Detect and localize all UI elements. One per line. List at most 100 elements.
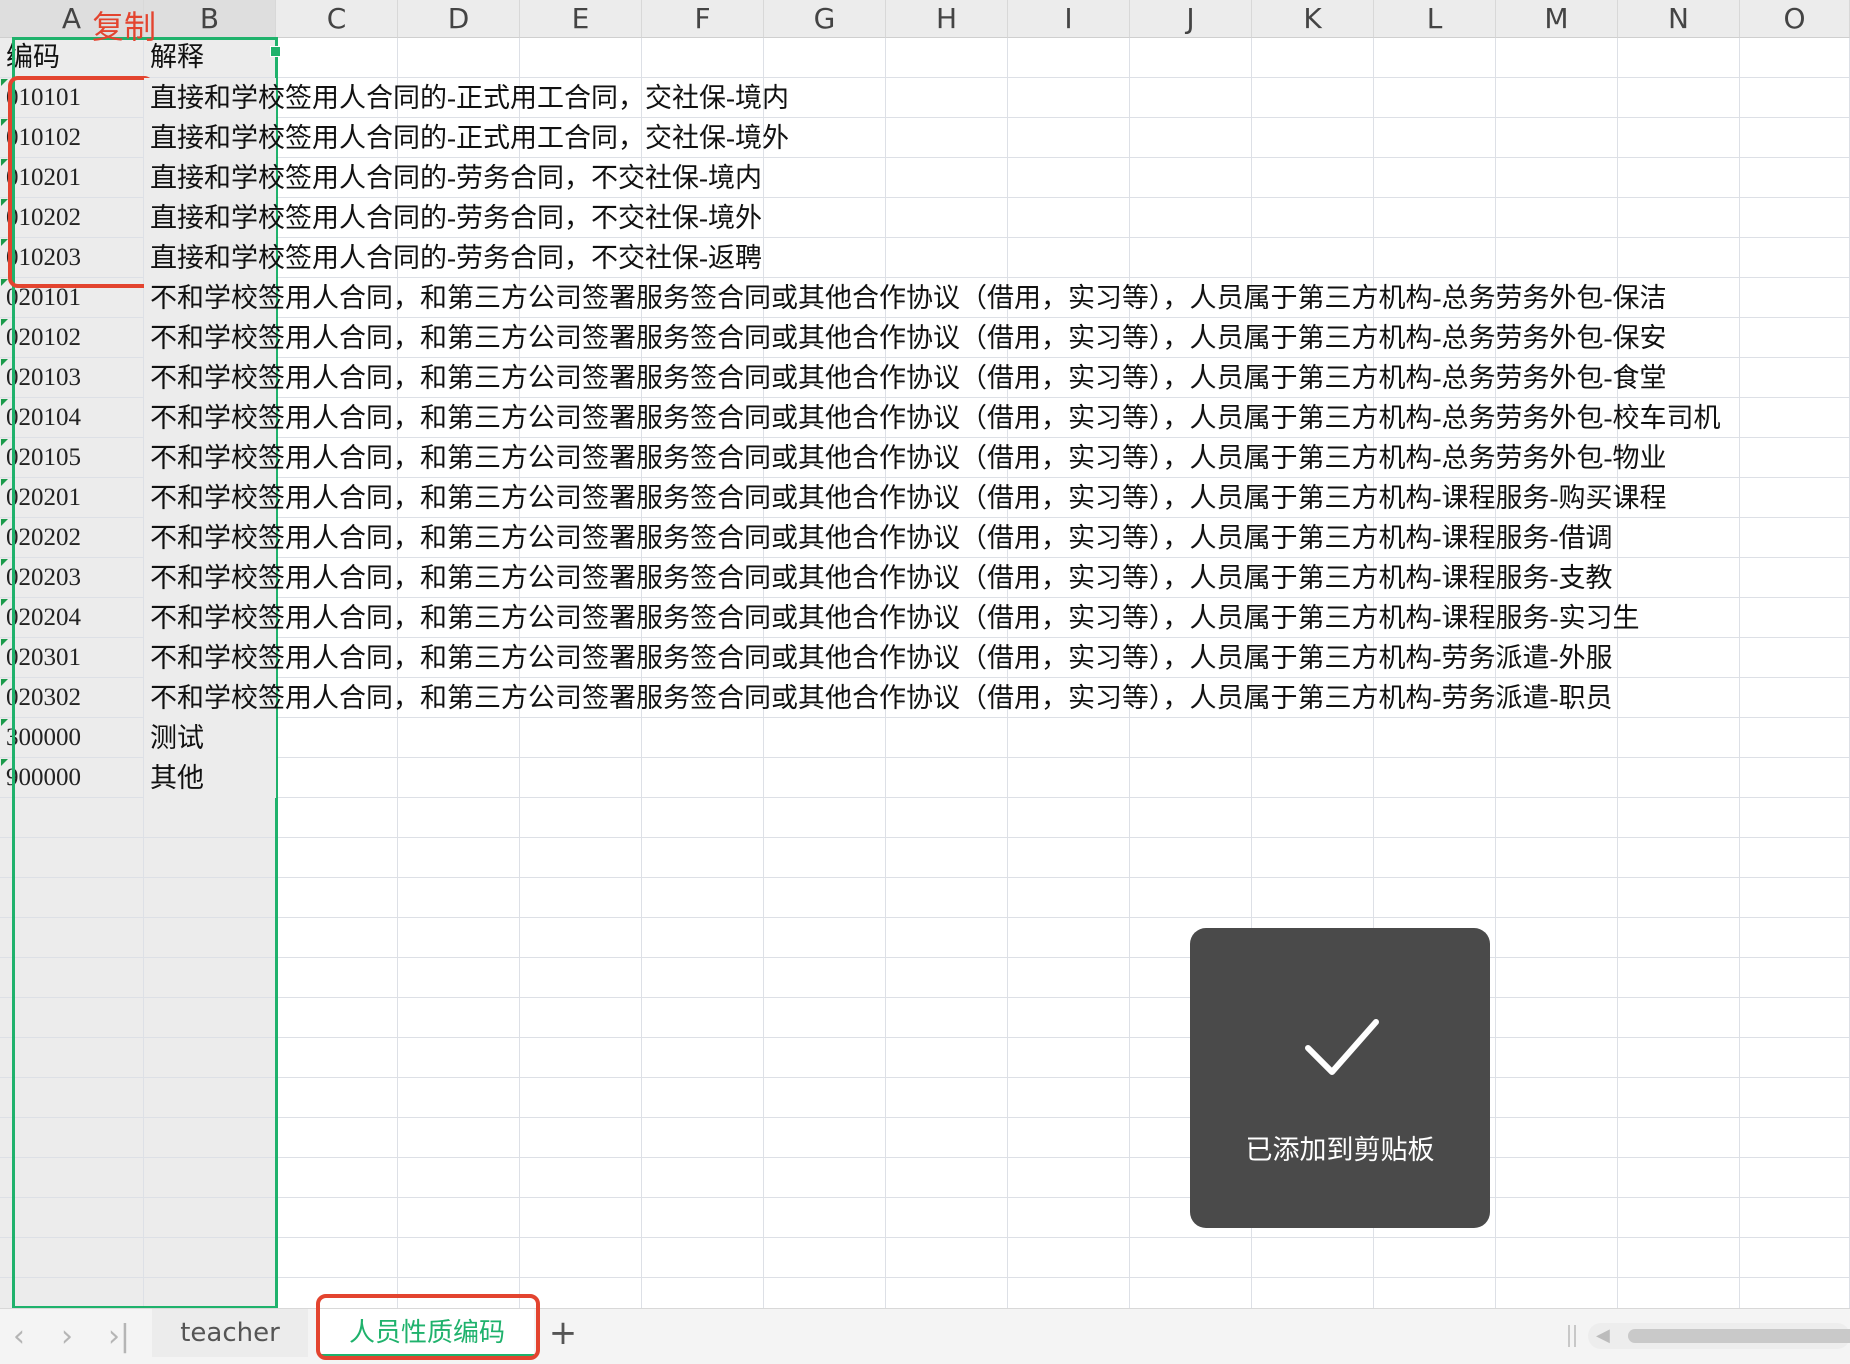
cell[interactable] — [276, 1198, 398, 1238]
cell[interactable] — [642, 798, 764, 838]
cell[interactable] — [1740, 278, 1850, 318]
cell[interactable] — [1252, 1278, 1374, 1308]
desc-cell[interactable]: 直接和学校签用人合同的-正式用工合同，交社保-境外 — [144, 118, 789, 158]
cell[interactable] — [398, 1278, 520, 1308]
cell[interactable] — [276, 38, 398, 78]
cell[interactable] — [764, 1278, 886, 1308]
cell[interactable] — [1130, 158, 1252, 198]
cell[interactable] — [1740, 558, 1850, 598]
cell[interactable] — [1740, 238, 1850, 278]
cell[interactable] — [1252, 798, 1374, 838]
cell[interactable] — [1130, 718, 1252, 758]
cell[interactable] — [276, 758, 398, 798]
cell[interactable] — [1618, 198, 1740, 238]
cell[interactable] — [1130, 1238, 1252, 1278]
cell[interactable] — [144, 1078, 276, 1118]
cell[interactable] — [276, 1278, 398, 1308]
cell[interactable] — [1496, 38, 1618, 78]
cell[interactable] — [398, 998, 520, 1038]
cell[interactable] — [1374, 718, 1496, 758]
cell[interactable] — [1496, 198, 1618, 238]
cell[interactable] — [886, 758, 1008, 798]
cell[interactable] — [520, 718, 642, 758]
cell[interactable] — [886, 1198, 1008, 1238]
desc-cell[interactable]: 直接和学校签用人合同的-劳务合同，不交社保-境外 — [144, 198, 762, 238]
cell[interactable] — [1740, 1278, 1850, 1308]
cell[interactable] — [1740, 878, 1850, 918]
cell[interactable] — [764, 38, 886, 78]
cell[interactable] — [1252, 758, 1374, 798]
column-header-k[interactable]: K — [1252, 0, 1374, 38]
cell[interactable] — [642, 1278, 764, 1308]
cell[interactable] — [1740, 638, 1850, 678]
tab-personnel-code[interactable]: 人员性质编码 — [320, 1309, 534, 1357]
cell[interactable] — [1740, 918, 1850, 958]
cell[interactable] — [144, 1238, 276, 1278]
cell[interactable] — [642, 1158, 764, 1198]
cell[interactable] — [1740, 1238, 1850, 1278]
cell[interactable] — [1496, 158, 1618, 198]
cell[interactable] — [1374, 238, 1496, 278]
cell[interactable] — [1496, 798, 1618, 838]
cell[interactable] — [520, 1158, 642, 1198]
cell[interactable] — [0, 918, 144, 958]
cell[interactable] — [1740, 958, 1850, 998]
cell[interactable] — [886, 718, 1008, 758]
cell[interactable] — [1740, 318, 1850, 358]
cell[interactable] — [0, 1198, 144, 1238]
cell[interactable] — [1252, 38, 1374, 78]
code-cell[interactable]: 020104 — [0, 398, 144, 438]
cell[interactable] — [886, 1118, 1008, 1158]
cell[interactable] — [276, 918, 398, 958]
cell[interactable] — [144, 1278, 276, 1308]
column-header-j[interactable]: J — [1130, 0, 1252, 38]
cell[interactable] — [1740, 78, 1850, 118]
cell[interactable] — [764, 1198, 886, 1238]
cell[interactable] — [1374, 838, 1496, 878]
cell[interactable] — [886, 1278, 1008, 1308]
code-cell[interactable]: 020204 — [0, 598, 144, 638]
cell[interactable] — [1496, 718, 1618, 758]
code-cell[interactable]: 020101 — [0, 278, 144, 318]
cell[interactable] — [520, 1118, 642, 1158]
code-cell[interactable]: 020201 — [0, 478, 144, 518]
cell[interactable] — [1374, 118, 1496, 158]
cell[interactable] — [764, 1118, 886, 1158]
cell[interactable] — [0, 1078, 144, 1118]
cell[interactable] — [1618, 158, 1740, 198]
cell[interactable] — [520, 838, 642, 878]
cell[interactable] — [276, 958, 398, 998]
cell[interactable] — [1618, 78, 1740, 118]
cell[interactable] — [886, 118, 1008, 158]
cell[interactable] — [886, 158, 1008, 198]
cell[interactable] — [886, 238, 1008, 278]
cell[interactable] — [276, 878, 398, 918]
cell[interactable] — [764, 878, 886, 918]
cell[interactable] — [1008, 1038, 1130, 1078]
cell[interactable] — [1618, 1118, 1740, 1158]
cell[interactable] — [1374, 1238, 1496, 1278]
cell[interactable] — [144, 1158, 276, 1198]
cell[interactable] — [1496, 918, 1618, 958]
cell[interactable] — [520, 758, 642, 798]
cell[interactable] — [520, 878, 642, 918]
cell[interactable] — [144, 1038, 276, 1078]
cell[interactable] — [642, 1038, 764, 1078]
cell[interactable] — [1252, 198, 1374, 238]
cell[interactable] — [642, 1118, 764, 1158]
cell[interactable] — [1252, 158, 1374, 198]
cell[interactable] — [1618, 958, 1740, 998]
cell[interactable] — [1618, 558, 1740, 598]
cell[interactable] — [1252, 878, 1374, 918]
cell[interactable] — [886, 798, 1008, 838]
cell[interactable] — [144, 1198, 276, 1238]
cell[interactable] — [398, 1118, 520, 1158]
cell[interactable] — [886, 198, 1008, 238]
column-header-m[interactable]: M — [1496, 0, 1618, 38]
code-cell[interactable]: 900000 — [0, 758, 144, 798]
cell[interactable] — [642, 958, 764, 998]
cell[interactable] — [1618, 1278, 1740, 1308]
cell[interactable] — [1496, 838, 1618, 878]
cell[interactable] — [886, 918, 1008, 958]
cell[interactable] — [398, 718, 520, 758]
